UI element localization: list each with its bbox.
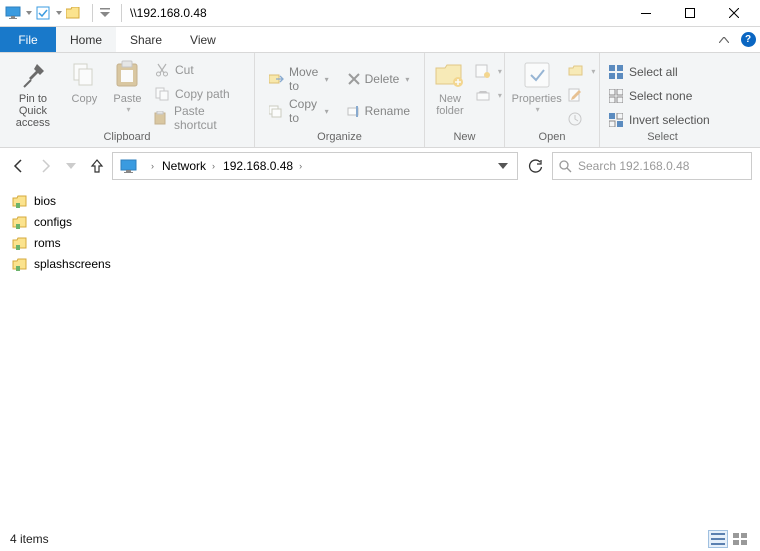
move-to-button[interactable]: Move to ▾ (263, 65, 335, 93)
select-all-icon (608, 64, 624, 80)
new-folder-icon (434, 59, 466, 91)
tab-share[interactable]: Share (116, 27, 176, 52)
new-item-icon (475, 64, 491, 78)
item-label: roms (34, 236, 61, 250)
forward-button[interactable] (34, 155, 56, 177)
navigation-bar: › Network› 192.168.0.48› (0, 148, 760, 184)
tab-view[interactable]: View (176, 27, 230, 52)
move-to-icon (269, 72, 285, 86)
breadcrumb-host[interactable]: 192.168.0.48› (219, 159, 306, 173)
easy-access-icon (475, 88, 491, 102)
up-button[interactable] (86, 155, 108, 177)
qat-customize-icon[interactable] (99, 4, 111, 22)
details-view-button[interactable] (708, 530, 728, 548)
delete-icon (347, 72, 361, 86)
share-folder-icon (12, 256, 28, 272)
quick-access-toolbar (4, 4, 128, 22)
address-dropdown-button[interactable] (491, 154, 515, 178)
file-list[interactable]: bios configs roms splashscreens (0, 184, 760, 280)
copy-path-button[interactable]: Copy path (150, 83, 250, 105)
new-item-button[interactable]: ▾ (473, 61, 500, 81)
ribbon-tab-strip: File Home Share View ? (0, 27, 760, 53)
history-button[interactable] (566, 109, 595, 129)
pin-icon (17, 59, 49, 91)
item-label: configs (34, 215, 72, 229)
properties-icon (521, 59, 553, 91)
close-button[interactable] (712, 0, 756, 27)
status-bar: 4 items (0, 527, 760, 551)
open-button[interactable]: ▾ (566, 61, 595, 81)
minimize-button[interactable] (624, 0, 668, 27)
help-button[interactable]: ? (736, 27, 760, 52)
invert-selection-icon (608, 112, 624, 128)
copy-icon (68, 59, 100, 91)
rename-button[interactable]: Rename (341, 97, 416, 125)
tab-home[interactable]: Home (56, 27, 116, 52)
new-folder-qat-icon[interactable] (64, 4, 82, 22)
location-icon (119, 156, 139, 176)
cut-button[interactable]: Cut (150, 59, 250, 81)
group-organize: Move to ▾ Copy to ▾ Delete ▾ Rename (255, 53, 425, 147)
qat-dropdown-1[interactable] (26, 4, 34, 22)
search-icon (559, 160, 572, 173)
address-bar[interactable]: › Network› 192.168.0.48› (112, 152, 518, 180)
properties-qat-icon[interactable] (34, 4, 52, 22)
share-folder-icon (12, 235, 28, 251)
group-new: New folder ▾ ▾ New (425, 53, 505, 147)
history-icon (568, 112, 582, 126)
pin-to-quick-access-button[interactable]: Pin to Quick access (4, 55, 62, 131)
list-item[interactable]: configs (12, 211, 748, 232)
title-bar: \\192.168.0.48 (0, 0, 760, 27)
select-none-icon (608, 88, 624, 104)
group-select: Select all Select none Invert selection … (600, 53, 725, 147)
ribbon-collapse-button[interactable] (712, 27, 736, 52)
edit-button[interactable] (566, 85, 595, 105)
select-none-button[interactable]: Select none (604, 85, 724, 107)
qat-dropdown-2[interactable] (56, 4, 64, 22)
window-title: \\192.168.0.48 (130, 6, 207, 20)
maximize-button[interactable] (668, 0, 712, 27)
cut-icon (154, 62, 170, 78)
easy-access-button[interactable]: ▾ (473, 85, 500, 105)
list-item[interactable]: bios (12, 190, 748, 211)
back-button[interactable] (8, 155, 30, 177)
properties-button[interactable]: Properties ▾ (509, 55, 564, 131)
tab-file[interactable]: File (0, 27, 56, 52)
select-all-button[interactable]: Select all (604, 61, 724, 83)
edit-icon (568, 88, 582, 102)
app-icon[interactable] (4, 4, 22, 22)
paste-icon (111, 59, 143, 91)
share-folder-icon (12, 214, 28, 230)
search-box[interactable] (552, 152, 752, 180)
copy-path-icon (154, 86, 170, 102)
share-folder-icon (12, 193, 28, 209)
copy-button[interactable]: Copy (64, 55, 105, 131)
group-open: Properties ▾ ▾ Open (505, 53, 600, 147)
list-item[interactable]: roms (12, 232, 748, 253)
paste-shortcut-icon (154, 110, 169, 126)
paste-button[interactable]: Paste ▾ (107, 55, 148, 131)
open-icon (568, 65, 584, 77)
copy-to-button[interactable]: Copy to ▾ (263, 97, 335, 125)
invert-selection-button[interactable]: Invert selection (604, 109, 724, 131)
rename-icon (347, 104, 361, 118)
delete-button[interactable]: Delete ▾ (341, 65, 416, 93)
large-icons-view-button[interactable] (730, 530, 750, 548)
item-label: splashscreens (34, 257, 111, 271)
new-folder-button[interactable]: New folder (429, 55, 471, 131)
refresh-button[interactable] (522, 152, 548, 180)
breadcrumb-network[interactable]: Network› (158, 159, 219, 173)
group-clipboard: Pin to Quick access Copy Paste ▾ Cut (0, 53, 255, 147)
search-input[interactable] (578, 159, 745, 173)
item-count: 4 items (10, 532, 49, 546)
breadcrumb-root-chevron[interactable]: › (143, 161, 158, 171)
ribbon: Pin to Quick access Copy Paste ▾ Cut (0, 53, 760, 148)
copy-to-icon (269, 104, 285, 118)
paste-shortcut-button[interactable]: Paste shortcut (150, 107, 250, 129)
list-item[interactable]: splashscreens (12, 253, 748, 274)
item-label: bios (34, 194, 56, 208)
recent-locations-button[interactable] (60, 155, 82, 177)
